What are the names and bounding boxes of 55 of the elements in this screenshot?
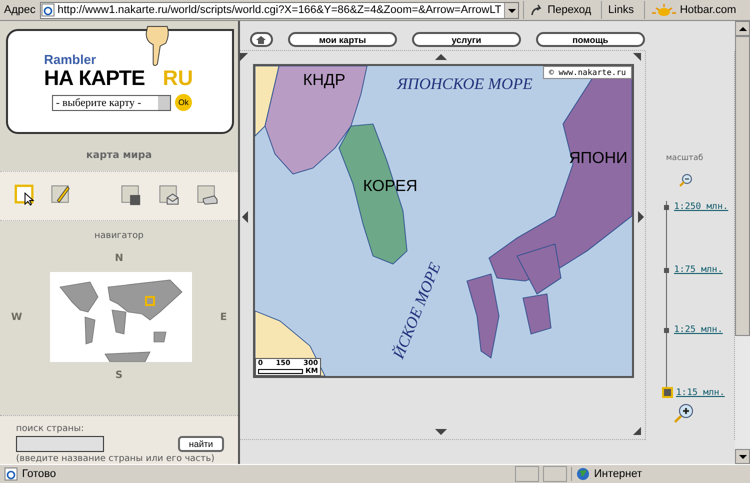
scale-marker[interactable]	[664, 204, 669, 210]
pan-arrow-icon[interactable]	[435, 429, 447, 436]
nav-button[interactable]: услуги	[412, 32, 521, 48]
logo-suffix: RU	[162, 67, 194, 92]
west-label[interactable]: W	[11, 312, 22, 323]
search-hint: (введите название страны или его часть)	[16, 454, 216, 464]
home-icon	[255, 34, 268, 45]
status-panel	[543, 466, 567, 482]
scale-link[interactable]: 1:250 млн.	[674, 202, 728, 212]
south-label[interactable]: S	[115, 370, 123, 382]
zoom-in-icon[interactable]	[674, 403, 694, 424]
links-button[interactable]: Links	[601, 1, 640, 20]
world-map-heading: карта мира	[85, 149, 153, 164]
world-map-thumbnail[interactable]	[50, 272, 192, 362]
scale-marker[interactable]	[664, 328, 669, 333]
copyright-notice: © www.nakarte.ru	[542, 66, 632, 80]
pan-arrow-icon[interactable]	[633, 427, 641, 436]
country-search-field[interactable]	[16, 436, 104, 452]
browser-page-icon	[40, 3, 54, 18]
status-panel	[515, 466, 539, 482]
nav-button[interactable]: мои карты	[288, 32, 398, 48]
globe-icon	[576, 467, 590, 482]
ok-button[interactable]: Ok	[175, 94, 192, 112]
country-label: КНДР	[303, 72, 346, 90]
logo-title: НА КАРТЕ	[44, 68, 145, 90]
hotbar-button[interactable]: Hotbar.com	[644, 1, 742, 20]
browser-page-icon	[4, 467, 18, 482]
search-label: поиск страны:	[16, 424, 85, 434]
pointer-tool-icon[interactable]	[14, 184, 36, 208]
view-marker-icon	[145, 296, 156, 306]
vertical-scrollbar[interactable]	[735, 21, 750, 464]
zoom-out-icon[interactable]	[679, 173, 693, 188]
scale-heading: масштаб	[666, 153, 704, 162]
scale-marker[interactable]	[662, 387, 673, 398]
status-text: Готово	[22, 468, 57, 480]
map-select[interactable]: - выберите карту -	[52, 94, 171, 111]
north-label[interactable]: N	[114, 253, 124, 264]
go-button[interactable]: Переход	[523, 1, 598, 20]
logo-brand: Rambler	[44, 53, 98, 68]
east-label[interactable]: E	[220, 312, 227, 323]
scale-link[interactable]: 1:25 млн.	[674, 325, 723, 336]
find-button[interactable]: найти	[178, 436, 224, 452]
address-url: http://www1.nakarte.ru/world/scripts/world.cgi?X=166&Y=86&Z=4&Zoom=&Arrow=ArrowLT	[58, 4, 502, 16]
address-field[interactable]: http://www1.nakarte.ru/world/scripts/world.cgi?X=166&Y=86&Z=4&Zoom=&Arrow=ArrowLT	[40, 2, 520, 19]
sea-label: ЯПОНСКОЕ МОРЕ	[397, 76, 532, 94]
nav-button[interactable]: помощь	[536, 32, 646, 48]
security-zone-label: Интернет	[594, 468, 642, 480]
scale-link[interactable]: 1:15 млн.	[676, 388, 725, 398]
navigator-heading: навигатор	[94, 231, 144, 242]
sun-icon	[650, 3, 677, 18]
scale-link[interactable]: 1:75 млн.	[674, 265, 723, 276]
scale-marker[interactable]	[664, 268, 669, 273]
home-button[interactable]	[250, 32, 273, 48]
arrow-icon	[530, 4, 544, 16]
address-label: Адрес	[4, 4, 36, 16]
